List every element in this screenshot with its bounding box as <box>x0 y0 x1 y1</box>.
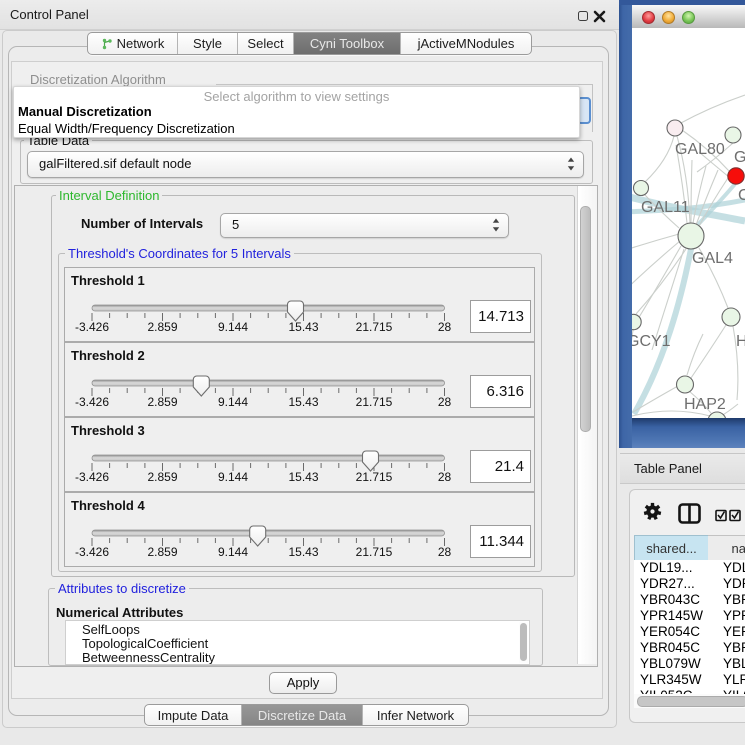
svg-text:GAL11: GAL11 <box>641 199 690 216</box>
svg-text:G...: G... <box>734 149 745 166</box>
svg-text:GCY1: GCY1 <box>632 333 671 350</box>
svg-text:H...: H... <box>736 333 745 350</box>
svg-text:GAL80: GAL80 <box>675 141 725 158</box>
svg-text:GAL4: GAL4 <box>692 250 733 267</box>
svg-text:C...: C... <box>738 187 745 204</box>
svg-text:HAP2: HAP2 <box>684 396 726 413</box>
